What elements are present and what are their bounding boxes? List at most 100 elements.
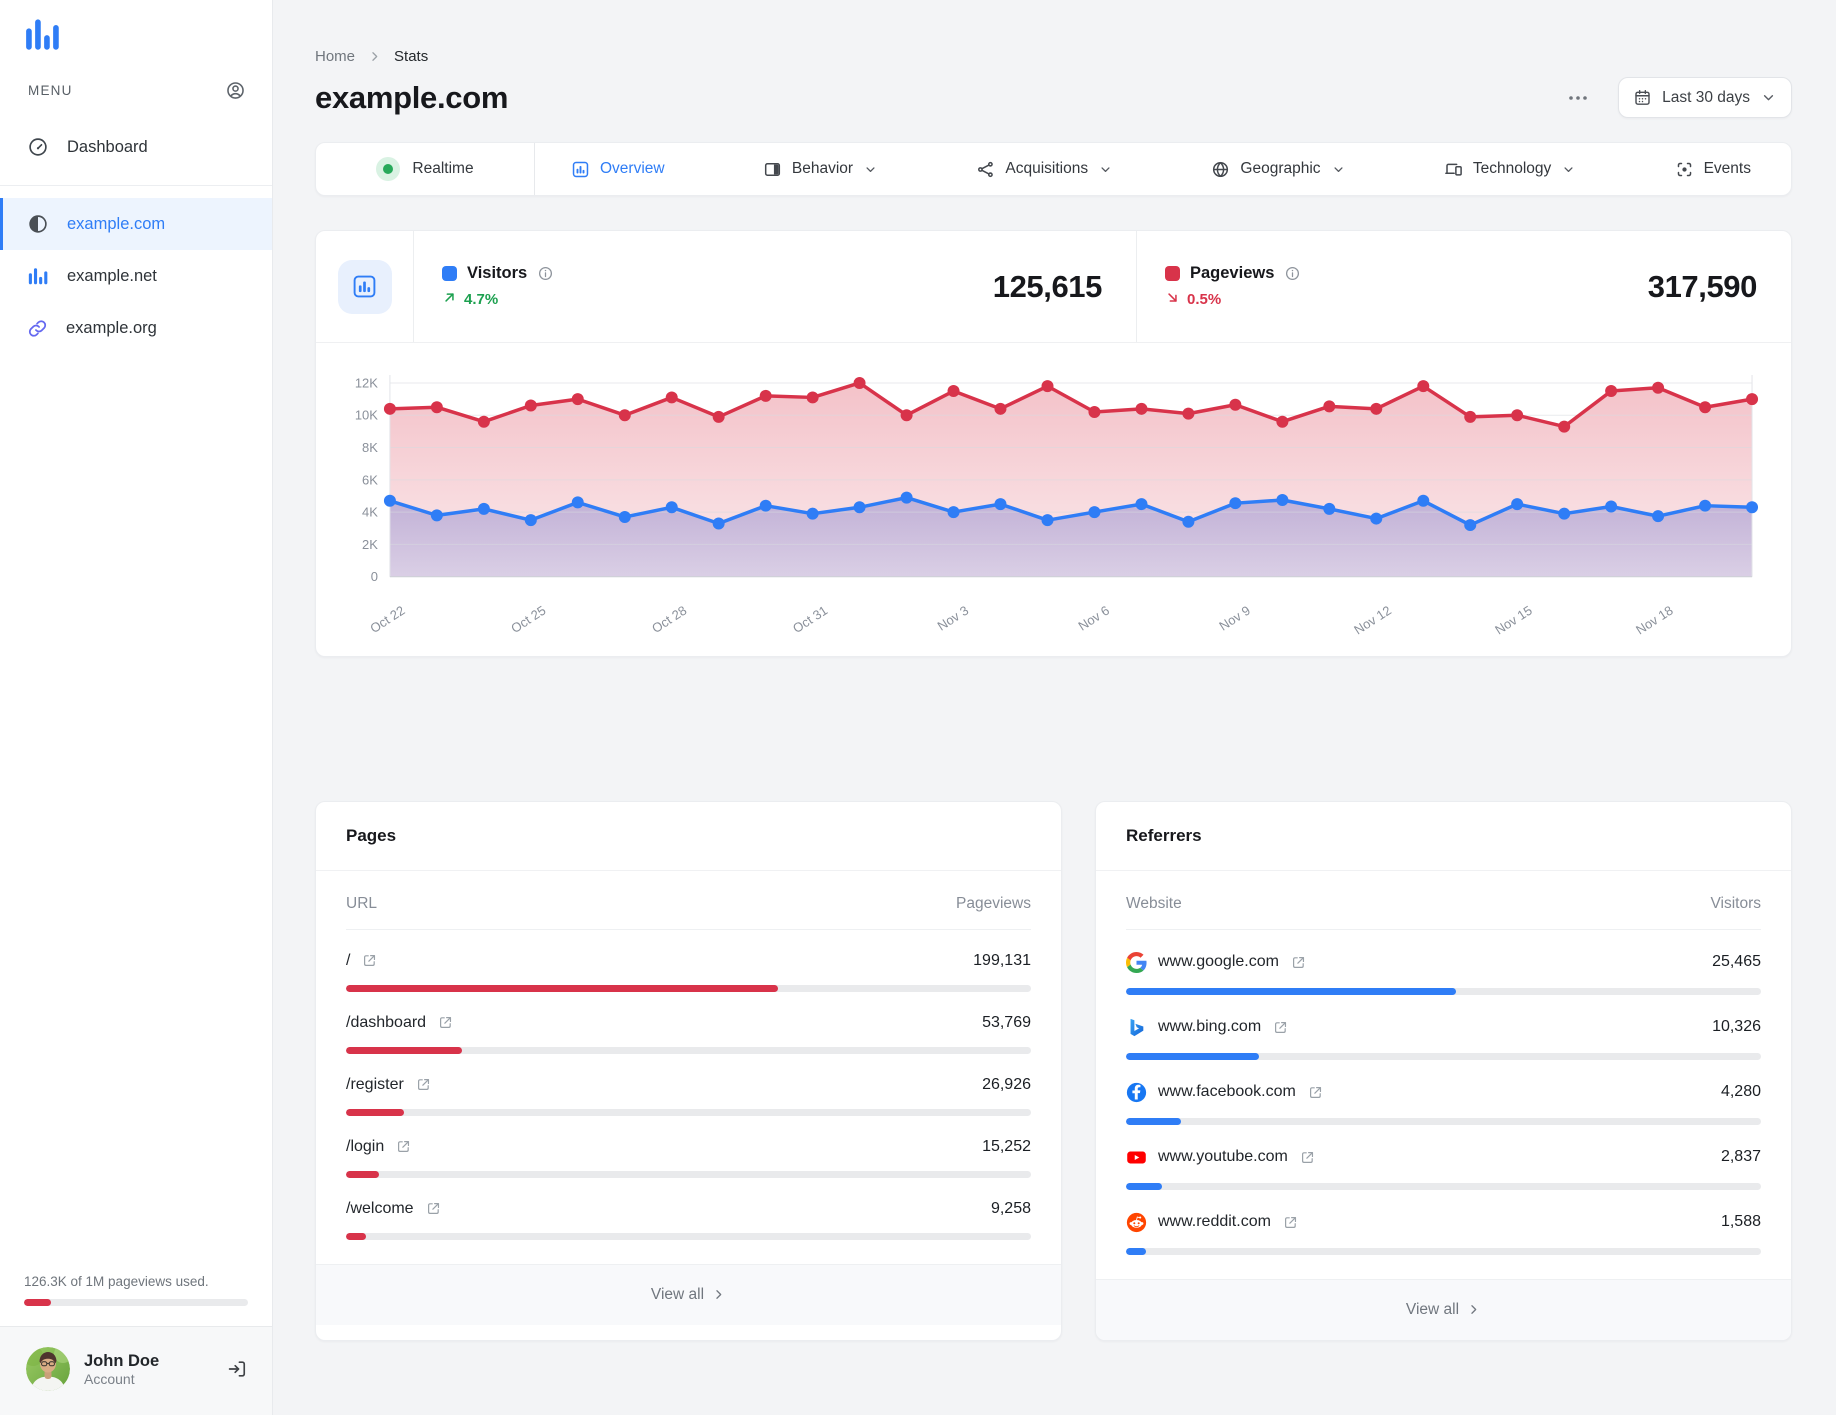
- google-favicon-icon: [1126, 951, 1147, 973]
- external-link-icon[interactable]: [415, 1076, 432, 1093]
- external-link-icon[interactable]: [395, 1138, 412, 1155]
- app-logo-icon[interactable]: [26, 16, 60, 50]
- row-bar-fill: [1126, 987, 1457, 995]
- tab-overview[interactable]: Overview: [571, 160, 665, 179]
- table-row[interactable]: www.youtube.com 2,837: [1126, 1125, 1761, 1190]
- visitors-change: 4.7%: [442, 290, 554, 309]
- avatar: [26, 1347, 70, 1391]
- logout-icon[interactable]: [226, 1358, 248, 1380]
- tab-label: Behavior: [791, 160, 854, 177]
- account-section[interactable]: John Doe Account: [0, 1326, 272, 1415]
- column-header-website: Website: [1126, 894, 1182, 912]
- sidebar-item-label: example.org: [66, 318, 157, 337]
- usage-progress-fill: [24, 1299, 51, 1306]
- contrast-icon: [27, 213, 49, 235]
- sidebar-item-example.net[interactable]: example.net: [0, 250, 272, 302]
- svg-text:10K: 10K: [355, 408, 378, 423]
- usage-meter: 126.3K of 1M pageviews used.: [24, 1274, 248, 1306]
- tab-geographic[interactable]: Geographic: [1211, 160, 1345, 179]
- sidebar-item-label: example.net: [67, 266, 157, 285]
- bar-chart-logo-icon: [26, 19, 59, 50]
- tab-acquisitions[interactable]: Acquisitions: [976, 160, 1113, 179]
- chart-card-icon: [337, 259, 392, 314]
- pageviews-color-swatch: [1165, 266, 1180, 281]
- external-link-icon[interactable]: [1307, 1084, 1324, 1101]
- row-bar-track: [346, 984, 1031, 992]
- table-row[interactable]: / 199,131: [346, 930, 1031, 992]
- pageviews-value: 317,590: [1647, 268, 1758, 304]
- row-value: 9,258: [990, 1199, 1031, 1217]
- sidebar-item-dashboard[interactable]: Dashboard: [0, 121, 272, 173]
- external-link-icon[interactable]: [1272, 1019, 1289, 1036]
- table-row[interactable]: /register 26,926: [346, 1054, 1031, 1116]
- pageviews-stat: Pageviews 0.5% 317,590: [1137, 264, 1791, 309]
- row-label: www.bing.com: [1158, 1018, 1262, 1036]
- main-content: Home Stats example.com Last 30 days Real…: [273, 0, 1836, 1415]
- row-label: www.facebook.com: [1158, 1083, 1296, 1101]
- pages-view-all-button[interactable]: View all: [316, 1263, 1061, 1325]
- row-bar-track: [1126, 1247, 1761, 1255]
- external-link-icon[interactable]: [1299, 1149, 1316, 1166]
- pageviews-change: 0.5%: [1165, 290, 1301, 309]
- svg-text:0: 0: [371, 569, 378, 584]
- sidebar-item-example.com[interactable]: example.com: [0, 198, 272, 250]
- table-row[interactable]: /dashboard 53,769: [346, 992, 1031, 1054]
- table-row[interactable]: www.reddit.com 1,588: [1126, 1190, 1761, 1255]
- globe-icon: [1211, 160, 1230, 179]
- row-bar-fill: [346, 1232, 366, 1240]
- visitors-label: Visitors: [467, 264, 528, 282]
- svg-text:Nov 15: Nov 15: [1492, 603, 1535, 638]
- row-value: 15,252: [982, 1137, 1031, 1155]
- bing-favicon-icon: [1126, 1017, 1147, 1038]
- visitors-stat: Visitors 4.7% 125,615: [414, 264, 1136, 309]
- svg-text:Nov 6: Nov 6: [1075, 603, 1112, 634]
- calendar-icon: [1633, 88, 1652, 107]
- info-icon[interactable]: [537, 265, 554, 282]
- more-options-button[interactable]: [1562, 82, 1594, 114]
- user-circle-icon[interactable]: [225, 80, 246, 101]
- tab-behavior[interactable]: Behavior: [763, 160, 878, 179]
- chevron-right-icon: [367, 49, 382, 64]
- tab-events[interactable]: Events: [1675, 160, 1751, 179]
- sidebar-item-example.org[interactable]: example.org: [0, 302, 272, 354]
- row-label: /login: [346, 1137, 385, 1155]
- app-root: MENU Dashboard example.com example.net exa…: [0, 0, 1836, 1415]
- pages-card: Pages URL Pageviews / 199,131/dashboard 53…: [315, 800, 1062, 1341]
- referrers-view-all-button[interactable]: View all: [1096, 1278, 1791, 1340]
- external-link-icon[interactable]: [437, 1014, 454, 1031]
- svg-text:6K: 6K: [362, 472, 378, 487]
- svg-text:Nov 18: Nov 18: [1633, 603, 1676, 638]
- external-link-icon[interactable]: [1282, 1214, 1299, 1231]
- info-icon[interactable]: [1284, 265, 1301, 282]
- svg-text:Oct 22: Oct 22: [367, 603, 407, 636]
- row-label: /dashboard: [346, 1013, 427, 1031]
- bar-chart-icon: [27, 265, 49, 287]
- external-link-icon[interactable]: [1290, 954, 1307, 971]
- tab-technology[interactable]: Technology: [1444, 160, 1576, 179]
- external-link-icon[interactable]: [361, 952, 378, 969]
- overview-chart-card: Visitors 4.7% 125,615 Pageviews 0.5% 317…: [315, 230, 1792, 657]
- tab-label: Events: [1703, 160, 1751, 177]
- chevron-down-icon: [1098, 162, 1113, 177]
- external-link-icon[interactable]: [425, 1200, 442, 1217]
- table-row[interactable]: www.google.com 25,465: [1126, 930, 1761, 995]
- row-label: /: [346, 951, 351, 969]
- arrow-up-right-icon: [442, 290, 457, 309]
- table-row[interactable]: /login 15,252: [346, 1116, 1031, 1178]
- row-bar-fill: [1126, 1247, 1147, 1255]
- svg-text:Oct 25: Oct 25: [508, 603, 548, 636]
- breadcrumb-home[interactable]: Home: [315, 48, 355, 65]
- tab-realtime[interactable]: Realtime: [316, 143, 534, 195]
- row-bar-fill: [1126, 1182, 1163, 1190]
- usage-progressbar: [24, 1299, 248, 1306]
- sidebar-item-label: example.com: [67, 214, 166, 233]
- pages-card-title: Pages: [316, 802, 1061, 871]
- pageviews-label: Pageviews: [1190, 264, 1275, 282]
- table-row[interactable]: www.bing.com 10,326: [1126, 995, 1761, 1060]
- overview-icon: [571, 160, 590, 179]
- sidebar-divider: [0, 185, 272, 186]
- table-row[interactable]: www.facebook.com 4,280: [1126, 1060, 1761, 1125]
- date-range-button[interactable]: Last 30 days: [1618, 77, 1792, 118]
- svg-text:2K: 2K: [362, 537, 378, 552]
- table-row[interactable]: /welcome 9,258: [346, 1178, 1031, 1240]
